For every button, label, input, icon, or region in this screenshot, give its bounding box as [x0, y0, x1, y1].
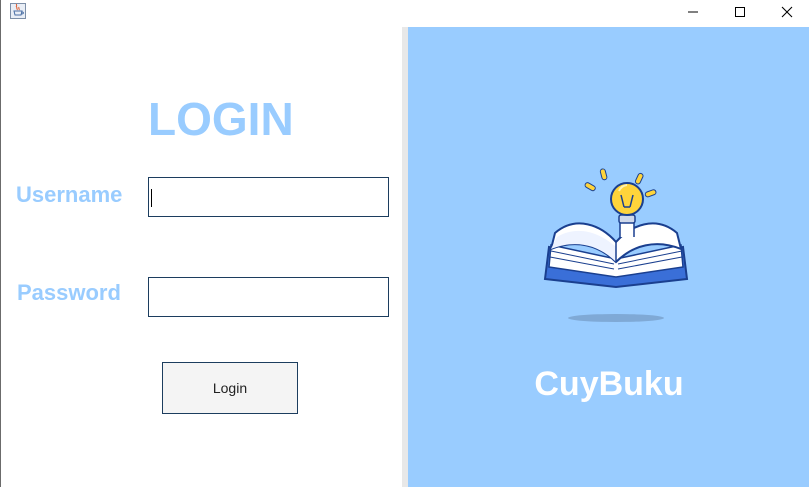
- title-bar[interactable]: [1, 0, 809, 27]
- password-label: Password: [17, 280, 121, 305]
- close-icon: [781, 6, 793, 18]
- login-panel: LOGIN Username Password Login: [2, 27, 402, 487]
- java-app-icon: [10, 3, 26, 19]
- username-label: Username: [16, 182, 123, 207]
- close-button[interactable]: [764, 0, 809, 24]
- brand-panel: CuyBuku: [408, 27, 809, 487]
- brand-name: CuyBuku: [534, 365, 684, 403]
- maximize-button[interactable]: [717, 0, 763, 24]
- login-title: LOGIN: [148, 93, 294, 145]
- open-book-lightbulb-illustration: [543, 168, 689, 322]
- app-window: LOGIN Username Password Login CuyBuku: [0, 0, 809, 487]
- login-button[interactable]: Login: [162, 362, 298, 414]
- username-field[interactable]: [148, 177, 389, 217]
- minimize-icon: [688, 11, 698, 13]
- minimize-button[interactable]: [670, 0, 716, 24]
- text-caret: [151, 189, 152, 207]
- maximize-icon: [735, 7, 745, 17]
- password-field[interactable]: [148, 277, 389, 317]
